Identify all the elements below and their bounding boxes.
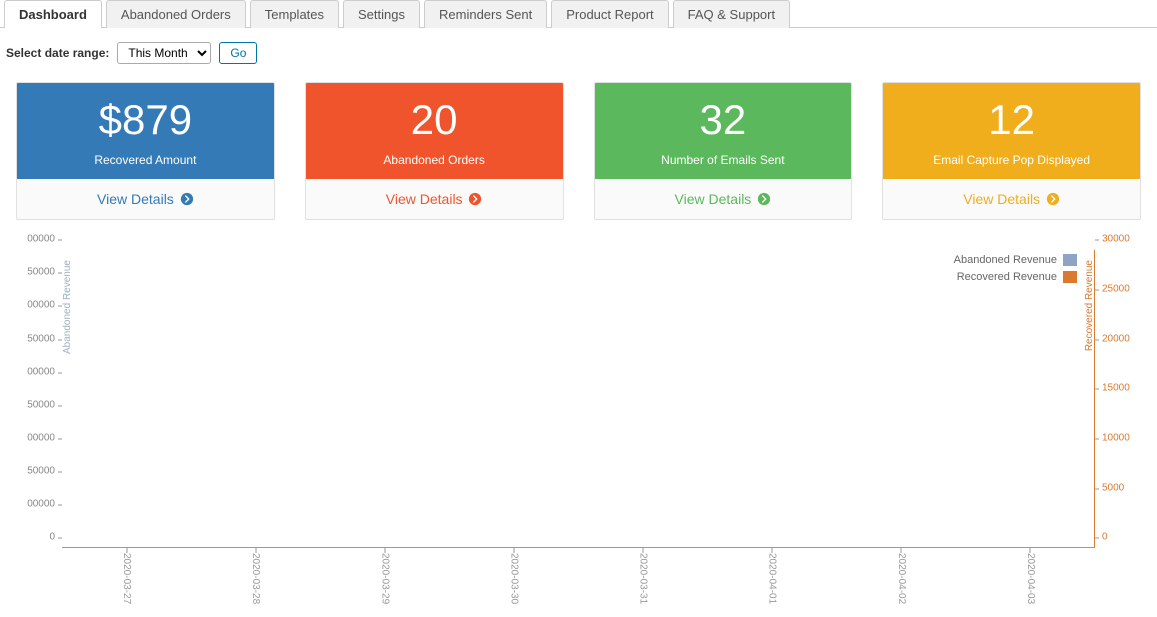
arrow-right-circle-icon — [468, 192, 482, 206]
x-tick-label: 2020-03-30 — [508, 553, 519, 604]
card-label: Number of Emails Sent — [603, 153, 844, 167]
card-label: Email Capture Pop Displayed — [891, 153, 1132, 167]
tab-faq-support[interactable]: FAQ & Support — [673, 0, 790, 28]
tab-product-report[interactable]: Product Report — [551, 0, 668, 28]
chart-legend: Abandoned Revenue Recovered Revenue — [954, 252, 1077, 285]
date-range-select[interactable]: This Month — [117, 42, 211, 64]
legend-swatch-abandoned — [1063, 254, 1077, 266]
x-ticks: 2020-03-27 2020-03-28 2020-03-29 2020-03-30… — [62, 548, 1095, 604]
card-email-capture-pop: 12 Email Capture Pop Displayed View Deta… — [882, 82, 1141, 220]
card-emails-sent: 32 Number of Emails Sent View Details — [594, 82, 853, 220]
revenue-chart: Abandoned Revenue Recovered Revenue 0000… — [0, 244, 1157, 614]
card-link[interactable]: View Details — [306, 179, 563, 219]
go-button[interactable]: Go — [219, 42, 257, 64]
tab-bar: Dashboard Abandoned Orders Templates Set… — [0, 0, 1157, 28]
arrow-right-circle-icon — [180, 192, 194, 206]
card-abandoned-orders: 20 Abandoned Orders View Details — [305, 82, 564, 220]
legend-label-abandoned: Abandoned Revenue — [954, 252, 1057, 269]
card-link[interactable]: View Details — [17, 179, 274, 219]
tab-templates[interactable]: Templates — [250, 0, 339, 28]
card-value: 20 — [314, 97, 555, 143]
card-link[interactable]: View Details — [595, 179, 852, 219]
date-range-label: Select date range: — [6, 46, 109, 60]
legend-swatch-recovered — [1063, 271, 1077, 283]
x-tick-label: 2020-03-27 — [121, 553, 132, 604]
x-tick-label: 2020-03-28 — [250, 553, 261, 604]
x-tick-label: 2020-04-01 — [767, 553, 778, 604]
date-range-row: Select date range: This Month Go — [0, 42, 1157, 82]
card-label: Recovered Amount — [25, 153, 266, 167]
x-tick-label: 2020-03-31 — [638, 553, 649, 604]
card-recovered-amount: $879 Recovered Amount View Details — [16, 82, 275, 220]
card-value: 12 — [891, 97, 1132, 143]
card-label: Abandoned Orders — [314, 153, 555, 167]
card-link[interactable]: View Details — [883, 179, 1140, 219]
legend-label-recovered: Recovered Revenue — [957, 269, 1057, 286]
tab-reminders-sent[interactable]: Reminders Sent — [424, 0, 547, 28]
x-tick-label: 2020-04-02 — [896, 553, 907, 604]
stat-cards: $879 Recovered Amount View Details 20 Ab… — [0, 82, 1157, 244]
x-tick-label: 2020-04-03 — [1025, 553, 1036, 604]
plot-area — [62, 250, 1095, 548]
y-left-ticks: 0000005000000000500000000050000000005000… — [16, 250, 62, 548]
card-value: 32 — [603, 97, 844, 143]
y-right-ticks: 050001000015000200002500030000 — [1095, 250, 1141, 548]
tab-settings[interactable]: Settings — [343, 0, 420, 28]
arrow-right-circle-icon — [1046, 192, 1060, 206]
card-value: $879 — [25, 97, 266, 143]
tab-abandoned-orders[interactable]: Abandoned Orders — [106, 0, 246, 28]
tab-dashboard[interactable]: Dashboard — [4, 0, 102, 28]
x-tick-label: 2020-03-29 — [379, 553, 390, 604]
arrow-right-circle-icon — [757, 192, 771, 206]
